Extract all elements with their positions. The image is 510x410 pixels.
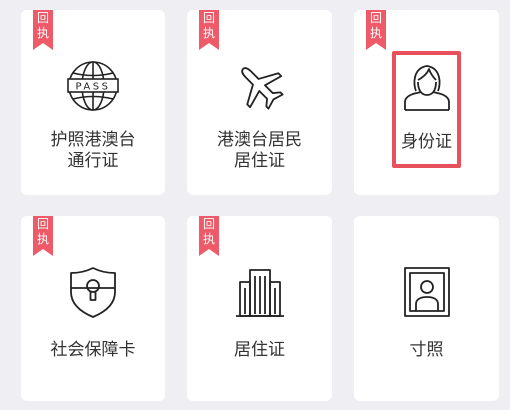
receipt-badge: 回执: [366, 10, 386, 50]
card-inch-photo[interactable]: 寸照: [354, 216, 499, 401]
card-hk-macau-tw-residence[interactable]: 回执 港澳台居民 居住证: [187, 10, 332, 195]
airplane-icon: [240, 67, 284, 110]
receipt-badge: 回执: [199, 10, 219, 50]
shield-keyhole-icon: [70, 267, 116, 318]
card-residence-permit[interactable]: 回执 居住证: [187, 216, 332, 401]
card-passport-hk-macau-tw[interactable]: 回执 PASS 护照港澳台 通行证: [21, 10, 165, 195]
card-social-security-card[interactable]: 回执 社会保障卡: [21, 216, 165, 401]
card-label: 护照港澳台 通行证: [50, 130, 136, 171]
receipt-badge: 回执: [199, 216, 219, 256]
card-label: 社会保障卡: [50, 340, 136, 360]
card-label: 寸照: [409, 340, 444, 360]
card-label: 港澳台居民 居住证: [217, 130, 302, 171]
receipt-badge: 回执: [33, 216, 53, 256]
building-icon: [235, 269, 284, 317]
card-label: 居住证: [234, 340, 285, 360]
framed-portrait-icon: [403, 267, 450, 317]
receipt-badge: 回执: [33, 10, 53, 50]
svg-text:PASS: PASS: [76, 82, 111, 93]
passport-globe-icon: PASS: [67, 61, 119, 111]
selected-highlight: [392, 51, 461, 168]
